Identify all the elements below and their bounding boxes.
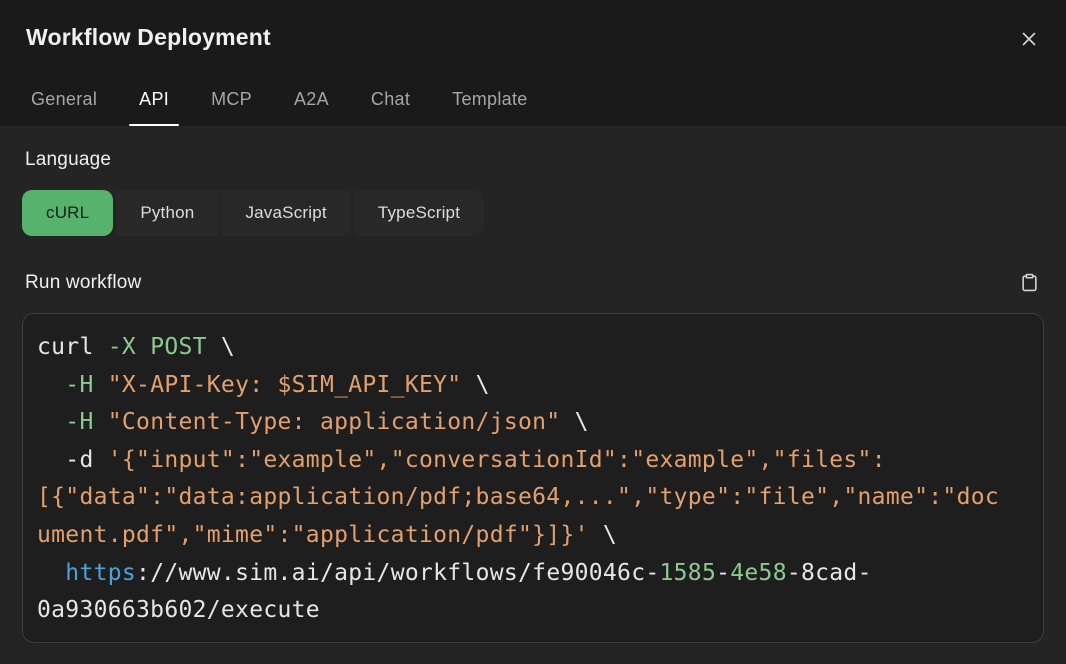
close-icon [1018, 38, 1040, 53]
code-line: https://www.sim.ai/api/workflows/fe90046… [37, 555, 1031, 593]
language-selector: cURLPythonJavaScriptTypeScript [22, 190, 1044, 236]
language-option-javascript[interactable]: JavaScript [221, 190, 350, 236]
language-option-python[interactable]: Python [116, 190, 218, 236]
language-option-curl[interactable]: cURL [22, 190, 113, 236]
language-label: Language [22, 149, 1044, 171]
tab-bar: General API MCP A2A Chat Template [21, 89, 538, 126]
title-row: Workflow Deployment [0, 0, 1066, 52]
modal-content: Language cURLPythonJavaScriptTypeScript … [0, 149, 1066, 643]
workflow-deployment-modal: Workflow Deployment General API MCP A2A Chat… [0, 0, 1066, 643]
tab-chat[interactable]: Chat [361, 89, 420, 126]
tab-general[interactable]: General [21, 89, 107, 126]
code-line: curl -X POST \ [37, 329, 1031, 367]
code-block: curl -X POST \ -H "X-API-Key: $SIM_API_K… [22, 313, 1044, 643]
copy-button[interactable] [1018, 270, 1041, 295]
code-line: -H "Content-Type: application/json" \ [37, 404, 1031, 442]
language-option-typescript[interactable]: TypeScript [354, 190, 484, 236]
tab-api[interactable]: API [129, 89, 179, 126]
code-line: -H "X-API-Key: $SIM_API_KEY" \ [37, 367, 1031, 405]
code-line: ument.pdf","mime":"application/pdf"}]}' … [37, 517, 1031, 555]
page-title: Workflow Deployment [26, 24, 271, 51]
tab-a2a[interactable]: A2A [284, 89, 339, 126]
clipboard-icon [1020, 281, 1039, 296]
code-section-label: Run workflow [25, 272, 141, 294]
close-button[interactable] [1016, 26, 1042, 52]
modal-header: Workflow Deployment General API MCP A2A Chat… [0, 0, 1066, 126]
code-line: -d '{"input":"example","conversationId":… [37, 442, 1031, 480]
tab-template[interactable]: Template [442, 89, 537, 126]
code-line: [{"data":"data:application/pdf;base64,..… [37, 479, 1031, 517]
code-line: 0a930663b602/execute [37, 592, 1031, 630]
code-section-header: Run workflow [22, 270, 1044, 295]
tab-mcp[interactable]: MCP [201, 89, 262, 126]
